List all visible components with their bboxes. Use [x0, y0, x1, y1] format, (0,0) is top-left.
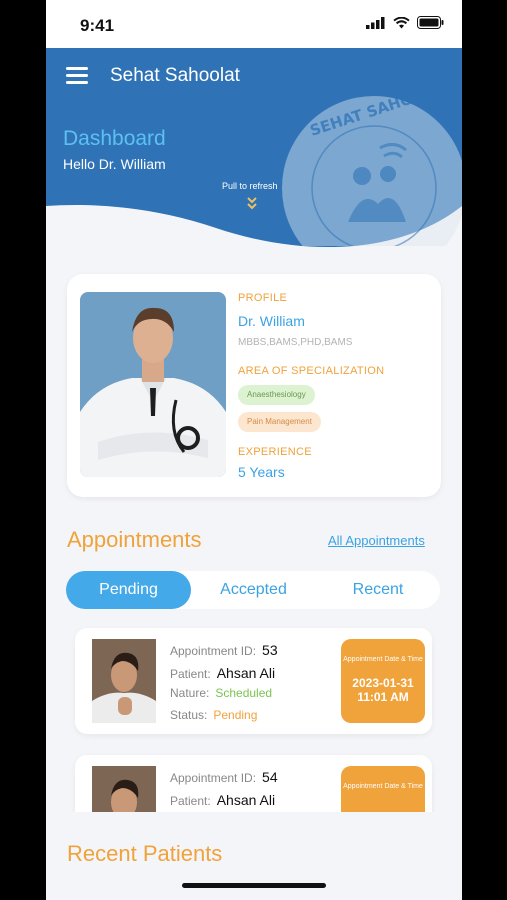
appointment-id-value: 53 [262, 642, 278, 658]
nature-row: Nature: Scheduled [170, 686, 272, 700]
status-row: Status: Pending [170, 708, 257, 722]
patient-avatar [92, 639, 156, 723]
doctor-photo [80, 292, 226, 477]
doctor-qualifications: MBBS,BAMS,PHD,BAMS [238, 337, 353, 348]
appointment-time: 11:01 AM [357, 690, 409, 704]
app-title: Sehat Sahoolat [110, 65, 240, 86]
patient-label: Patient: [170, 667, 211, 681]
appointment-date: 2023-01-31 [352, 676, 414, 690]
tab-accepted[interactable]: Accepted [191, 571, 316, 609]
appointment-id-row: Appointment ID: 53 [170, 642, 278, 658]
experience-label: EXPERIENCE [238, 446, 312, 458]
appointment-card[interactable]: Appointment ID: 54 Patient: Ahsan Ali Appo… [75, 755, 432, 812]
profile-label: PROFILE [238, 292, 288, 304]
date-time-label: Appointment Date & Time [343, 783, 423, 790]
status-value: Pending [213, 708, 258, 722]
status-icons [366, 16, 444, 29]
all-appointments-link[interactable]: All Appointments [328, 533, 425, 548]
patient-row: Patient: Ahsan Ali [170, 792, 275, 808]
patient-name: Ahsan Ali [216, 792, 276, 808]
status-time: 9:41 [80, 16, 115, 35]
nature-label: Nature: [170, 686, 210, 700]
app-logo: SEHAT SAHOOLAT [282, 96, 462, 246]
greeting-text: Hello Dr. William [63, 156, 166, 172]
status-label: Status: [170, 708, 208, 722]
specialization-tag: Pain Management [238, 412, 321, 432]
specialization-tag: Anaesthesiology [238, 385, 315, 405]
profile-card: PROFILE Dr. William MBBS,BAMS,PHD,BAMS A… [67, 274, 441, 497]
appointment-tabs: Pending Accepted Recent [66, 571, 440, 609]
appointment-card[interactable]: Appointment ID: 53 Patient: Ahsan Ali Natu… [75, 628, 432, 734]
chevron-down-icon [247, 197, 257, 210]
patient-name: Ahsan Ali [216, 665, 276, 681]
appointment-id-row: Appointment ID: 54 [170, 769, 278, 785]
signal-icon [366, 16, 385, 29]
appointment-date-box: Appointment Date & Time 2023-01-31 11:01… [341, 639, 425, 723]
status-bar: 9:41 [46, 0, 462, 48]
patient-label: Patient: [170, 794, 211, 808]
appointment-id-label: Appointment ID: [170, 644, 257, 658]
date-time-label: Appointment Date & Time [343, 656, 423, 663]
battery-icon [417, 16, 444, 29]
patient-avatar [92, 766, 156, 812]
appointment-id-value: 54 [262, 769, 278, 785]
experience-value: 5 Years [238, 464, 285, 480]
tab-recent[interactable]: Recent [316, 571, 440, 609]
tab-pending[interactable]: Pending [66, 571, 191, 609]
home-indicator [182, 883, 326, 888]
appointment-id-label: Appointment ID: [170, 771, 257, 785]
page-title: Dashboard [63, 127, 166, 150]
recent-patients-title: Recent Patients [67, 841, 223, 866]
appointment-date-box: Appointment Date & Time [341, 766, 425, 812]
pull-to-refresh-hint: Pull to refresh [222, 181, 278, 191]
patient-row: Patient: Ahsan Ali [170, 665, 275, 681]
wifi-icon [393, 16, 410, 28]
app-screen: 9:41 SEHAT SAHOOLAT Sehat Sahoolat Dashb… [46, 0, 462, 900]
appointment-list-clip: Appointment ID: 54 Patient: Ahsan Ali Appo… [46, 745, 462, 812]
doctor-name: Dr. William [238, 313, 305, 329]
nature-value: Scheduled [215, 686, 273, 700]
menu-icon[interactable] [66, 66, 90, 84]
appointments-title: Appointments [67, 527, 202, 552]
specialization-label: AREA OF SPECIALIZATION [238, 365, 385, 377]
